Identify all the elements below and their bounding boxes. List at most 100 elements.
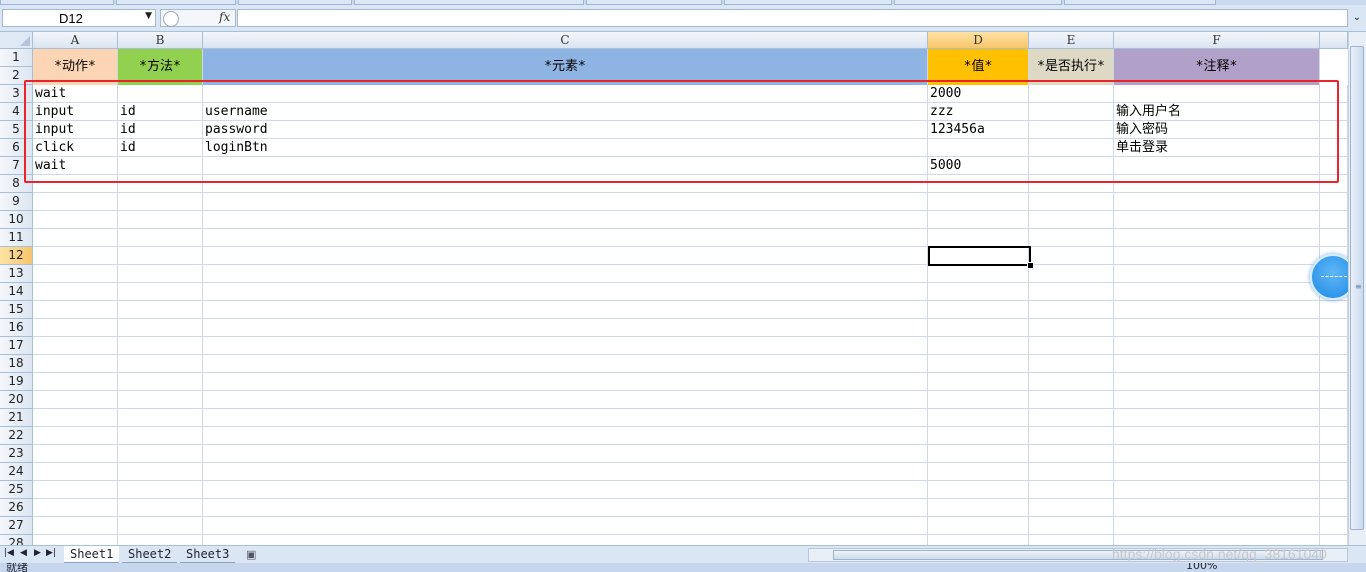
cell-d25[interactable] xyxy=(928,481,1029,499)
cell-c13[interactable] xyxy=(203,265,928,283)
cell-c12[interactable] xyxy=(203,247,928,265)
cell-d9[interactable] xyxy=(928,193,1029,211)
cell-b28[interactable] xyxy=(118,535,203,545)
insert-function-icon[interactable]: fx xyxy=(219,10,230,24)
cell-c28[interactable] xyxy=(203,535,928,545)
sheet-tab-1[interactable]: Sheet1 xyxy=(64,546,120,563)
cell-f21[interactable] xyxy=(1114,409,1320,427)
cell-b15[interactable] xyxy=(118,301,203,319)
cell-b25[interactable] xyxy=(118,481,203,499)
cell-a26[interactable] xyxy=(33,499,118,517)
sheet-tab-2[interactable]: Sheet2 xyxy=(122,546,178,563)
cell-b11[interactable] xyxy=(118,229,203,247)
column-header-b[interactable]: B xyxy=(118,32,203,49)
cell-b26[interactable] xyxy=(118,499,203,517)
cell-b21[interactable] xyxy=(118,409,203,427)
cell-next-column[interactable] xyxy=(1320,229,1348,247)
cell-e16[interactable] xyxy=(1029,319,1114,337)
chevron-down-icon[interactable]: ▼ xyxy=(145,11,152,21)
cell-f12[interactable] xyxy=(1114,247,1320,265)
cell-f24[interactable] xyxy=(1114,463,1320,481)
cell-c22[interactable] xyxy=(203,427,928,445)
cell-a24[interactable] xyxy=(33,463,118,481)
row-header-9[interactable]: 9 xyxy=(0,193,33,211)
row-header-10[interactable]: 10 xyxy=(0,211,33,229)
cell-e14[interactable] xyxy=(1029,283,1114,301)
cell-a18[interactable] xyxy=(33,355,118,373)
next-sheet-icon[interactable]: ▶ xyxy=(34,548,41,558)
zoom-level[interactable]: 100% xyxy=(1186,563,1217,572)
cell-e13[interactable] xyxy=(1029,265,1114,283)
cell-a21[interactable] xyxy=(33,409,118,427)
cell-next-column[interactable] xyxy=(1320,481,1348,499)
prev-sheet-icon[interactable]: ◀ xyxy=(20,548,27,558)
cell-next-column[interactable] xyxy=(1320,319,1348,337)
cell-c23[interactable] xyxy=(203,445,928,463)
row-header-19[interactable]: 19 xyxy=(0,373,33,391)
cell-f11[interactable] xyxy=(1114,229,1320,247)
sheet-tab-3[interactable]: Sheet3 xyxy=(180,546,236,563)
row-header-14[interactable]: 14 xyxy=(0,283,33,301)
cell-b10[interactable] xyxy=(118,211,203,229)
column-header-d[interactable]: D xyxy=(928,32,1029,49)
cell-next-column[interactable] xyxy=(1320,391,1348,409)
cell-a23[interactable] xyxy=(33,445,118,463)
cell-d27[interactable] xyxy=(928,517,1029,535)
cell-a12[interactable] xyxy=(33,247,118,265)
last-sheet-icon[interactable]: ▶| xyxy=(46,548,56,558)
cell-a10[interactable] xyxy=(33,211,118,229)
cell-d24[interactable] xyxy=(928,463,1029,481)
cell-b13[interactable] xyxy=(118,265,203,283)
cell-next-column[interactable] xyxy=(1320,535,1348,545)
row-header-24[interactable]: 24 xyxy=(0,463,33,481)
cell-e18[interactable] xyxy=(1029,355,1114,373)
column-header-f[interactable]: F xyxy=(1114,32,1320,49)
cell-a16[interactable] xyxy=(33,319,118,337)
cell-f28[interactable] xyxy=(1114,535,1320,545)
cell-e27[interactable] xyxy=(1029,517,1114,535)
insert-sheet-icon[interactable]: ▣ xyxy=(246,548,262,561)
row-header-23[interactable]: 23 xyxy=(0,445,33,463)
cell-a28[interactable] xyxy=(33,535,118,545)
row-header-20[interactable]: 20 xyxy=(0,391,33,409)
row-header-13[interactable]: 13 xyxy=(0,265,33,283)
cell-d21[interactable] xyxy=(928,409,1029,427)
cell-e15[interactable] xyxy=(1029,301,1114,319)
row-header-15[interactable]: 15 xyxy=(0,301,33,319)
expand-formula-bar-icon[interactable]: ⌄ xyxy=(1350,9,1364,27)
cell-a19[interactable] xyxy=(33,373,118,391)
cell-c11[interactable] xyxy=(203,229,928,247)
row-header-11[interactable]: 11 xyxy=(0,229,33,247)
name-box[interactable]: D12 ▼ xyxy=(2,9,156,27)
cell-b24[interactable] xyxy=(118,463,203,481)
cell-b20[interactable] xyxy=(118,391,203,409)
cell-a27[interactable] xyxy=(33,517,118,535)
cell-a20[interactable] xyxy=(33,391,118,409)
cell-b27[interactable] xyxy=(118,517,203,535)
cell-a9[interactable] xyxy=(33,193,118,211)
cell-b23[interactable] xyxy=(118,445,203,463)
cell-f23[interactable] xyxy=(1114,445,1320,463)
cell-next-column[interactable] xyxy=(1320,517,1348,535)
cell-d19[interactable] xyxy=(928,373,1029,391)
cell-next-column[interactable] xyxy=(1320,373,1348,391)
cell-c16[interactable] xyxy=(203,319,928,337)
cell-c19[interactable] xyxy=(203,373,928,391)
cell-d15[interactable] xyxy=(928,301,1029,319)
cell-f13[interactable] xyxy=(1114,265,1320,283)
column-header-next[interactable] xyxy=(1320,32,1348,49)
cell-next-column[interactable] xyxy=(1320,193,1348,211)
cell-f25[interactable] xyxy=(1114,481,1320,499)
cell-c24[interactable] xyxy=(203,463,928,481)
cell-d26[interactable] xyxy=(928,499,1029,517)
cell-next-column[interactable] xyxy=(1320,499,1348,517)
row-header-16[interactable]: 16 xyxy=(0,319,33,337)
resize-handle-icon[interactable] xyxy=(163,11,179,27)
cell-d11[interactable] xyxy=(928,229,1029,247)
cell-next-column[interactable] xyxy=(1320,301,1348,319)
cell-f20[interactable] xyxy=(1114,391,1320,409)
cell-f9[interactable] xyxy=(1114,193,1320,211)
cell-e19[interactable] xyxy=(1029,373,1114,391)
row-header-12[interactable]: 12 xyxy=(0,247,33,265)
cell-f14[interactable] xyxy=(1114,283,1320,301)
